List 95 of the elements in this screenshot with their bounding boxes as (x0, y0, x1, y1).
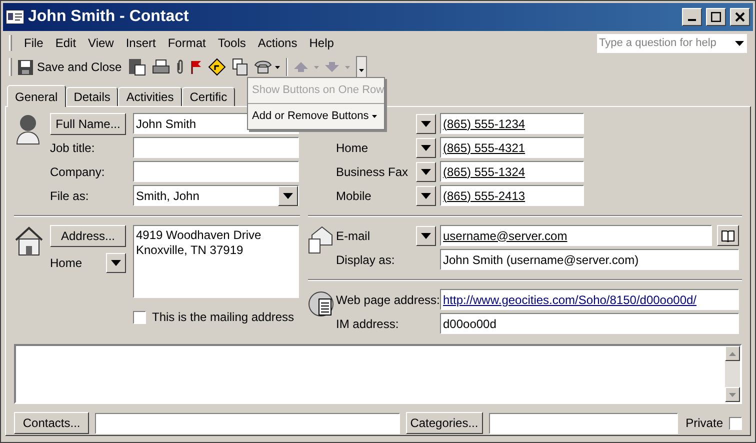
input-field[interactable]: (865) 555-4321 (440, 137, 584, 158)
menu-item[interactable]: View (82, 34, 120, 52)
diamond-sign-icon[interactable] (208, 58, 226, 76)
close-button[interactable] (730, 8, 750, 26)
menu-item[interactable]: Actions (252, 34, 304, 52)
email-label: E-mail (336, 228, 372, 244)
menu-item[interactable]: Tools (212, 34, 252, 52)
dropdown-button[interactable] (416, 162, 436, 182)
dropdown-arrow-icon (735, 40, 744, 46)
document-stack-icon[interactable] (232, 58, 248, 76)
caret-icon (372, 115, 377, 118)
caret-icon (283, 192, 293, 198)
printer-icon[interactable] (152, 59, 170, 75)
input-field[interactable] (133, 137, 299, 158)
mailing-address-label: This is the mailing address (152, 309, 294, 326)
address-type-label: Home (50, 255, 82, 272)
close-icon (735, 12, 745, 22)
person-silhouette-icon (14, 113, 42, 145)
menu-item[interactable]: Format (162, 34, 212, 52)
menu-item[interactable]: Insert (120, 34, 162, 52)
caret-icon (314, 66, 319, 68)
scrollbar[interactable] (725, 346, 740, 402)
menu-item[interactable]: File (18, 34, 50, 52)
scroll-down-icon (729, 392, 736, 396)
minimize-icon (687, 19, 697, 21)
caret-icon (421, 168, 431, 174)
input-field[interactable]: (865) 555-2413 (440, 185, 584, 206)
contacts-field[interactable] (95, 412, 400, 434)
up-arrow-icon (294, 62, 308, 72)
contacts-button[interactable]: Contacts... (14, 412, 90, 434)
book-icon (721, 230, 735, 242)
phone-label: Mobile (336, 188, 372, 202)
phone-label: Business Fax (336, 164, 408, 178)
dropdown-button[interactable] (278, 186, 298, 206)
field-label: Company: (50, 164, 105, 178)
save-form-icon[interactable] (128, 58, 146, 76)
im-address-label: IM address: (336, 316, 400, 332)
dropdown-button[interactable] (106, 253, 126, 273)
caret-icon (274, 66, 280, 68)
phone-label: Home (336, 140, 368, 154)
caret-icon (344, 66, 350, 68)
down-arrow-icon (324, 62, 339, 72)
maximize-icon (711, 12, 721, 22)
categories-button[interactable]: Categories... (406, 412, 483, 434)
address-button[interactable]: Address... (50, 225, 126, 247)
menu-item[interactable]: Add or Remove Buttons (248, 104, 381, 129)
input-field[interactable]: d00oo00d (440, 313, 739, 334)
input-field[interactable]: http://www.geocities.com/Soho/8150/d00oo00d/ (440, 289, 739, 310)
caret-icon (421, 120, 431, 126)
dropdown-button[interactable] (416, 186, 436, 206)
address-book-button[interactable] (717, 225, 739, 246)
checkbox[interactable] (729, 416, 742, 430)
input-field[interactable]: John Smith (username@server.com) (440, 249, 739, 270)
file-as-combo[interactable]: Smith, John (133, 185, 299, 206)
input-field[interactable]: username@server.com (440, 225, 712, 246)
tab[interactable]: Activities (118, 87, 182, 106)
phone-dropdown-button[interactable] (254, 60, 280, 74)
private-label: Private (686, 415, 723, 432)
telephone-icon (254, 60, 272, 74)
notes-field[interactable] (14, 344, 742, 404)
tab[interactable]: General (7, 85, 66, 107)
maximize-button[interactable] (706, 8, 726, 26)
scroll-up-icon (729, 352, 736, 356)
caret-icon (421, 232, 431, 238)
caret-icon (358, 69, 364, 72)
save-and-close-button[interactable]: Save and Close (18, 58, 122, 76)
input-field[interactable] (133, 161, 299, 182)
display-as-label: Display as: (336, 252, 396, 268)
categories-field[interactable] (488, 412, 678, 434)
field-label: File as: (50, 188, 89, 202)
toolbar-options-button[interactable] (356, 56, 367, 78)
tab[interactable]: Certific (182, 87, 236, 106)
menu-item[interactable]: Help (303, 34, 340, 52)
contact-card-icon (6, 10, 24, 24)
minimize-button[interactable] (682, 8, 702, 26)
caret-icon (421, 192, 431, 198)
menu-item[interactable]: Edit (49, 34, 82, 52)
caret-icon (111, 260, 121, 266)
address-field[interactable]: 4919 Woodhaven Drive Knoxville, TN 37919 (133, 225, 299, 298)
dropdown-button[interactable] (416, 114, 436, 134)
flag-icon[interactable] (190, 59, 202, 75)
caret-icon (421, 144, 431, 150)
tab[interactable]: Details (66, 87, 118, 106)
help-search-field[interactable]: Type a question for help (597, 34, 747, 52)
checkbox[interactable] (133, 310, 146, 324)
field-label: Job title: (50, 140, 95, 154)
house-icon (14, 225, 44, 257)
paperclip-icon[interactable] (176, 59, 184, 75)
dropdown-button[interactable] (416, 138, 436, 158)
full-name-button[interactable]: Full Name... (50, 112, 126, 134)
input-field[interactable]: (865) 555-1324 (440, 161, 584, 182)
window-title: John Smith - Contact (28, 7, 190, 27)
input-field[interactable]: (865) 555-1234 (440, 113, 584, 134)
dropdown-button[interactable] (416, 226, 436, 246)
web-page-label: Web page address: (336, 292, 440, 308)
